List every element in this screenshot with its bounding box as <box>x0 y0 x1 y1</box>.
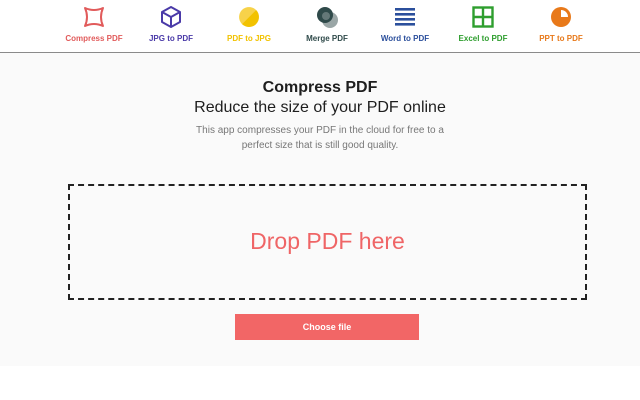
drop-zone-text: Drop PDF here <box>250 228 405 254</box>
main-panel: Compress PDF Reduce the size of your PDF… <box>0 53 640 366</box>
nav-ppt-to-pdf-label: PPT to PDF <box>539 34 583 43</box>
page-description: This app compresses your PDF in the clou… <box>196 125 444 151</box>
grid-icon <box>471 5 495 29</box>
nav-merge-pdf-label: Merge PDF <box>306 34 348 43</box>
nav-ppt-to-pdf[interactable]: PPT to PDF <box>516 0 606 52</box>
tool-navigation: Compress PDF JPG to PDF PDF to JPG Merge… <box>0 0 640 53</box>
choose-file-button[interactable]: Choose file <box>235 314 419 340</box>
pdf-drop-zone[interactable]: Drop PDF here <box>68 184 587 300</box>
nav-word-to-pdf[interactable]: Word to PDF <box>360 0 450 52</box>
nav-jpg-to-pdf[interactable]: JPG to PDF <box>126 0 216 52</box>
nav-pdf-to-jpg[interactable]: PDF to JPG <box>204 0 294 52</box>
merge-circles-icon <box>315 5 339 29</box>
compress-icon <box>82 5 106 29</box>
half-circle-icon <box>237 5 261 29</box>
nav-jpg-to-pdf-label: JPG to PDF <box>148 34 193 43</box>
pie-icon <box>549 5 573 29</box>
page-subtitle: Reduce the size of your PDF online <box>194 99 446 116</box>
nav-excel-to-pdf[interactable]: Excel to PDF <box>438 0 528 52</box>
nav-excel-to-pdf-label: Excel to PDF <box>458 34 508 43</box>
nav-merge-pdf[interactable]: Merge PDF <box>282 0 372 52</box>
cube-icon <box>159 5 183 29</box>
nav-word-to-pdf-label: Word to PDF <box>380 34 430 43</box>
nav-pdf-to-jpg-label: PDF to JPG <box>226 34 271 43</box>
page-title: Compress PDF <box>262 79 378 96</box>
lines-icon <box>393 5 417 29</box>
